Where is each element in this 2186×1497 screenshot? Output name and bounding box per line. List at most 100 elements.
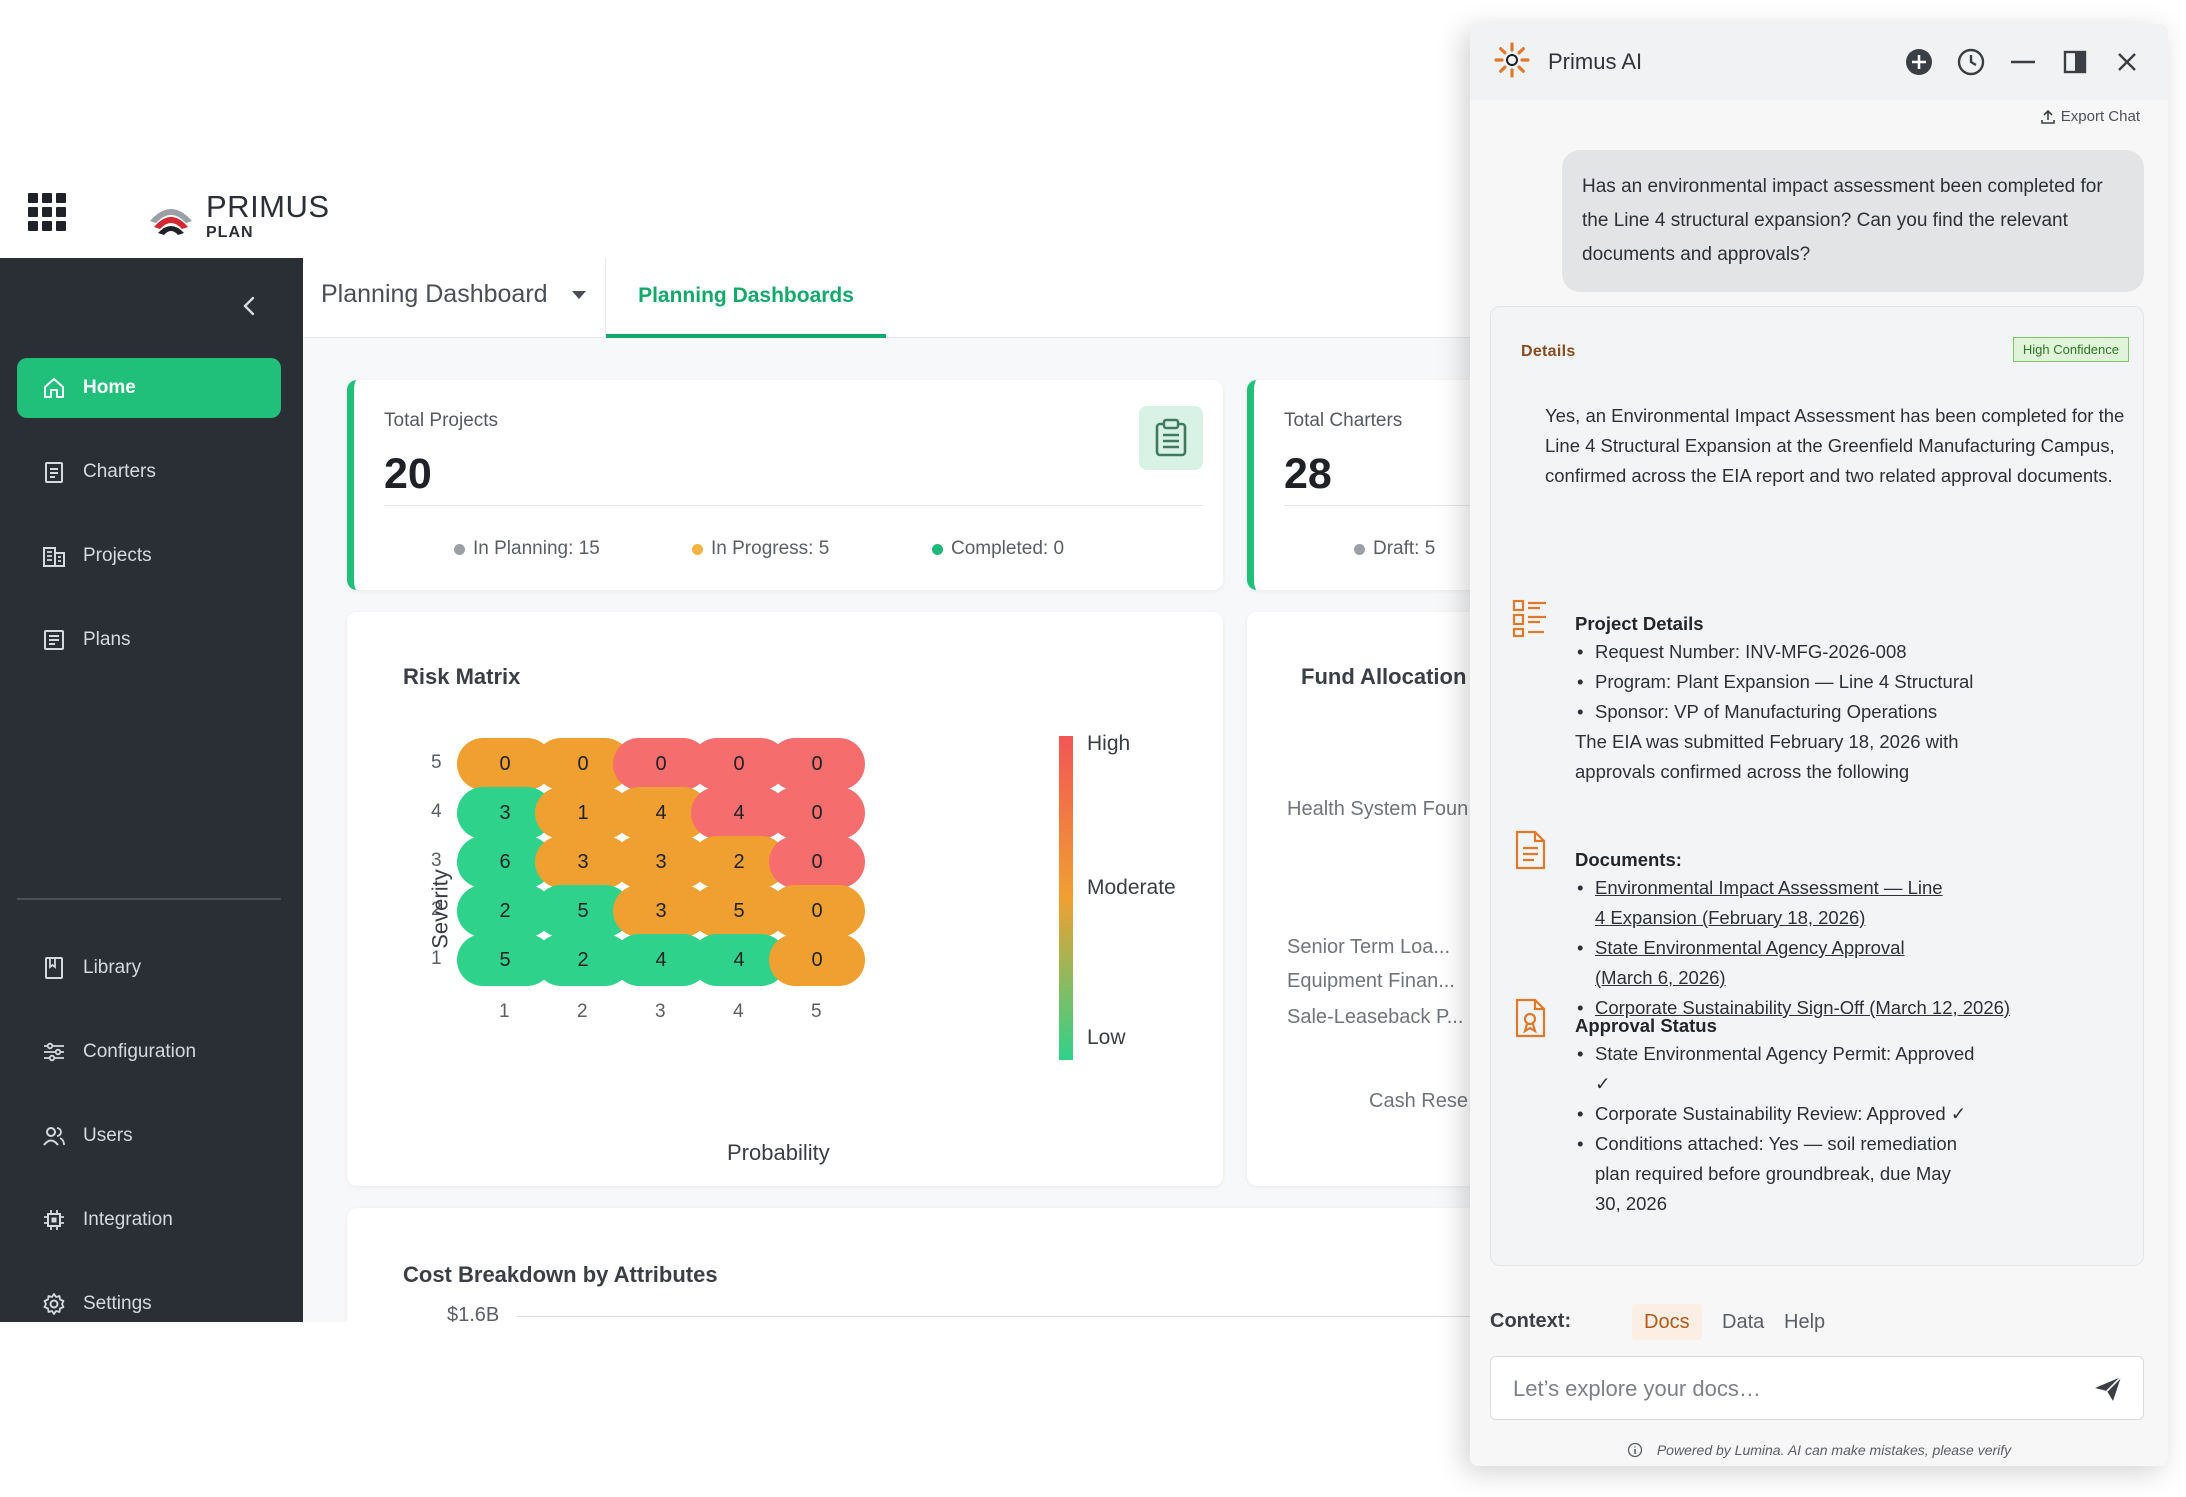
history-icon[interactable] xyxy=(1956,47,1986,77)
sidebar-item-projects[interactable]: Projects xyxy=(17,526,281,586)
sidebar-item-settings[interactable]: Settings xyxy=(17,1274,281,1334)
sidebar-item-users[interactable]: Users xyxy=(17,1106,281,1166)
fund-label: Health System Foun xyxy=(1287,798,1469,820)
logo-sub-text: PLAN xyxy=(206,224,254,241)
sidebar-item-label: Home xyxy=(83,377,136,398)
primus-logo-icon xyxy=(150,209,192,235)
export-chat-button[interactable]: Export Chat xyxy=(2040,108,2140,125)
risk-matrix-card: Risk Matrix 5000004314403633202253501524… xyxy=(347,612,1223,1186)
legend-label: In Planning: 15 xyxy=(473,538,600,559)
ai-panel-title: Primus AI xyxy=(1548,49,1643,74)
confidence-badge: High Confidence xyxy=(2012,337,2129,362)
primus-plan-logo[interactable]: PRIMUS PLAN xyxy=(146,189,330,243)
app-launcher-icon[interactable] xyxy=(28,193,66,231)
document-icon xyxy=(1515,830,1546,870)
close-icon[interactable] xyxy=(2112,47,2142,77)
gear-icon xyxy=(43,1293,65,1315)
document-icon xyxy=(45,462,63,483)
building-icon xyxy=(43,547,65,567)
chat-input[interactable] xyxy=(1513,1371,2073,1407)
disclaimer-text: Powered by Lumina. AI can make mistakes,… xyxy=(1656,1442,2012,1458)
legend-label: Completed: 0 xyxy=(951,538,1065,559)
document-link[interactable]: Environmental Impact Assessment — Line 4… xyxy=(1575,873,1955,933)
tab-bar: Planning Dashboard Planning Dashboards xyxy=(303,258,1483,338)
sidebar-item-charters[interactable]: Charters xyxy=(17,442,281,502)
context-tab-data[interactable]: Data xyxy=(1710,1304,1776,1340)
list-item: Program: Plant Expansion — Line 4 Struct… xyxy=(1575,667,2135,697)
severity-axis-title: Severity xyxy=(427,869,453,949)
certificate-icon xyxy=(1515,998,1546,1038)
total-projects-label: Total Projects xyxy=(384,410,499,431)
gridline xyxy=(517,1316,1483,1317)
sidebar-item-configuration[interactable]: Configuration xyxy=(17,1022,281,1082)
legend-label: Draft: 5 xyxy=(1373,538,1436,559)
send-icon[interactable] xyxy=(2093,1375,2123,1403)
sidebar-item-label: Users xyxy=(83,1125,133,1146)
tab-planning-dashboards[interactable]: Planning Dashboards xyxy=(606,258,886,338)
new-chat-icon[interactable] xyxy=(1904,47,1934,77)
details-label: Details xyxy=(1521,343,1576,360)
bookmark-icon xyxy=(45,957,63,979)
total-charters-label: Total Charters xyxy=(1284,410,1403,431)
y-axis-tick-label: $1.6B xyxy=(447,1304,500,1322)
sidebar-item-label: Plans xyxy=(83,629,131,650)
risk-cell[interactable]: 0 xyxy=(769,934,865,986)
sidebar-item-label: Settings xyxy=(83,1293,152,1314)
risk-cell[interactable]: 0 xyxy=(769,738,865,790)
status-dot xyxy=(454,543,465,555)
context-label: Context: xyxy=(1490,1310,1572,1332)
list-item: State Environmental Agency Permit: Appro… xyxy=(1575,1039,1975,1099)
context-tab-help[interactable]: Help xyxy=(1772,1304,1837,1340)
risk-scale-bar xyxy=(1059,736,1073,1060)
sidebar-divider xyxy=(17,898,281,900)
legend-label: In Progress: 5 xyxy=(711,538,830,559)
risk-cell[interactable]: 0 xyxy=(769,787,865,839)
probability-tick-label: 4 xyxy=(733,1001,744,1022)
project-note: The EIA was submitted February 18, 2026 … xyxy=(1575,731,1959,782)
divider xyxy=(384,505,1203,506)
chat-input-box xyxy=(1490,1356,2144,1420)
upload-icon xyxy=(2040,109,2055,124)
dock-panel-icon[interactable] xyxy=(2060,47,2090,77)
ai-panel-header: Primus AI xyxy=(1470,24,2168,100)
sidebar: Home Charters Projects Plans Library Con… xyxy=(0,258,303,1322)
approval-status-title: Approval Status xyxy=(1575,1015,1717,1036)
probability-tick-label: 5 xyxy=(811,1001,822,1022)
probability-tick-label: 2 xyxy=(577,1001,588,1022)
document-link-text: Environmental Impact Assessment — Line 4… xyxy=(1595,877,1943,928)
fund-label: Cash Rese xyxy=(1369,1090,1468,1112)
sidebar-item-home[interactable]: Home xyxy=(17,358,281,418)
total-charters-value: 28 xyxy=(1284,450,1332,498)
info-icon xyxy=(1627,1442,1642,1458)
logo-main-text: PRIMUS xyxy=(206,189,330,224)
list-item: Conditions attached: Yes — soil remediat… xyxy=(1575,1129,1975,1219)
minimize-icon[interactable] xyxy=(2008,47,2038,77)
total-charters-card: Total Charters 28 Draft: 5 xyxy=(1247,380,1483,590)
sidebar-item-label: Projects xyxy=(83,545,152,566)
document-link[interactable]: State Environmental Agency Approval (Mar… xyxy=(1575,933,1955,993)
sidebar-item-integration[interactable]: Integration xyxy=(17,1190,281,1250)
status-dot xyxy=(1354,543,1365,555)
chevron-down-icon xyxy=(571,290,586,299)
export-chat-label: Export Chat xyxy=(2060,108,2140,125)
ai-disclaimer: Powered by Lumina. AI can make mistakes,… xyxy=(1470,1442,2168,1458)
app-window: PRIMUS PLAN Home Charters Projects Plans xyxy=(0,0,2186,1497)
main-content: Planning Dashboard Planning Dashboards T… xyxy=(303,258,1483,1322)
sliders-icon xyxy=(44,1042,64,1062)
probability-tick-label: 1 xyxy=(499,1001,510,1022)
collapse-sidebar-icon[interactable] xyxy=(238,294,262,318)
probability-tick-label: 3 xyxy=(655,1001,666,1022)
severity-tick-label: 4 xyxy=(431,801,442,822)
dashboard-selector[interactable]: Planning Dashboard xyxy=(321,280,586,309)
document-link-text: State Environmental Agency Approval (Mar… xyxy=(1595,937,1905,988)
risk-cell[interactable]: 0 xyxy=(769,836,865,888)
risk-cell[interactable]: 0 xyxy=(769,885,865,937)
chip-icon xyxy=(44,1210,64,1230)
clipboard-icon xyxy=(1139,406,1203,470)
sidebar-item-plans[interactable]: Plans xyxy=(17,610,281,670)
sidebar-item-label: Integration xyxy=(83,1209,173,1230)
top-bar: PRIMUS PLAN xyxy=(0,165,1480,258)
risk-matrix-title: Risk Matrix xyxy=(403,664,521,689)
context-tab-docs[interactable]: Docs xyxy=(1632,1304,1702,1340)
sidebar-item-library[interactable]: Library xyxy=(17,938,281,998)
